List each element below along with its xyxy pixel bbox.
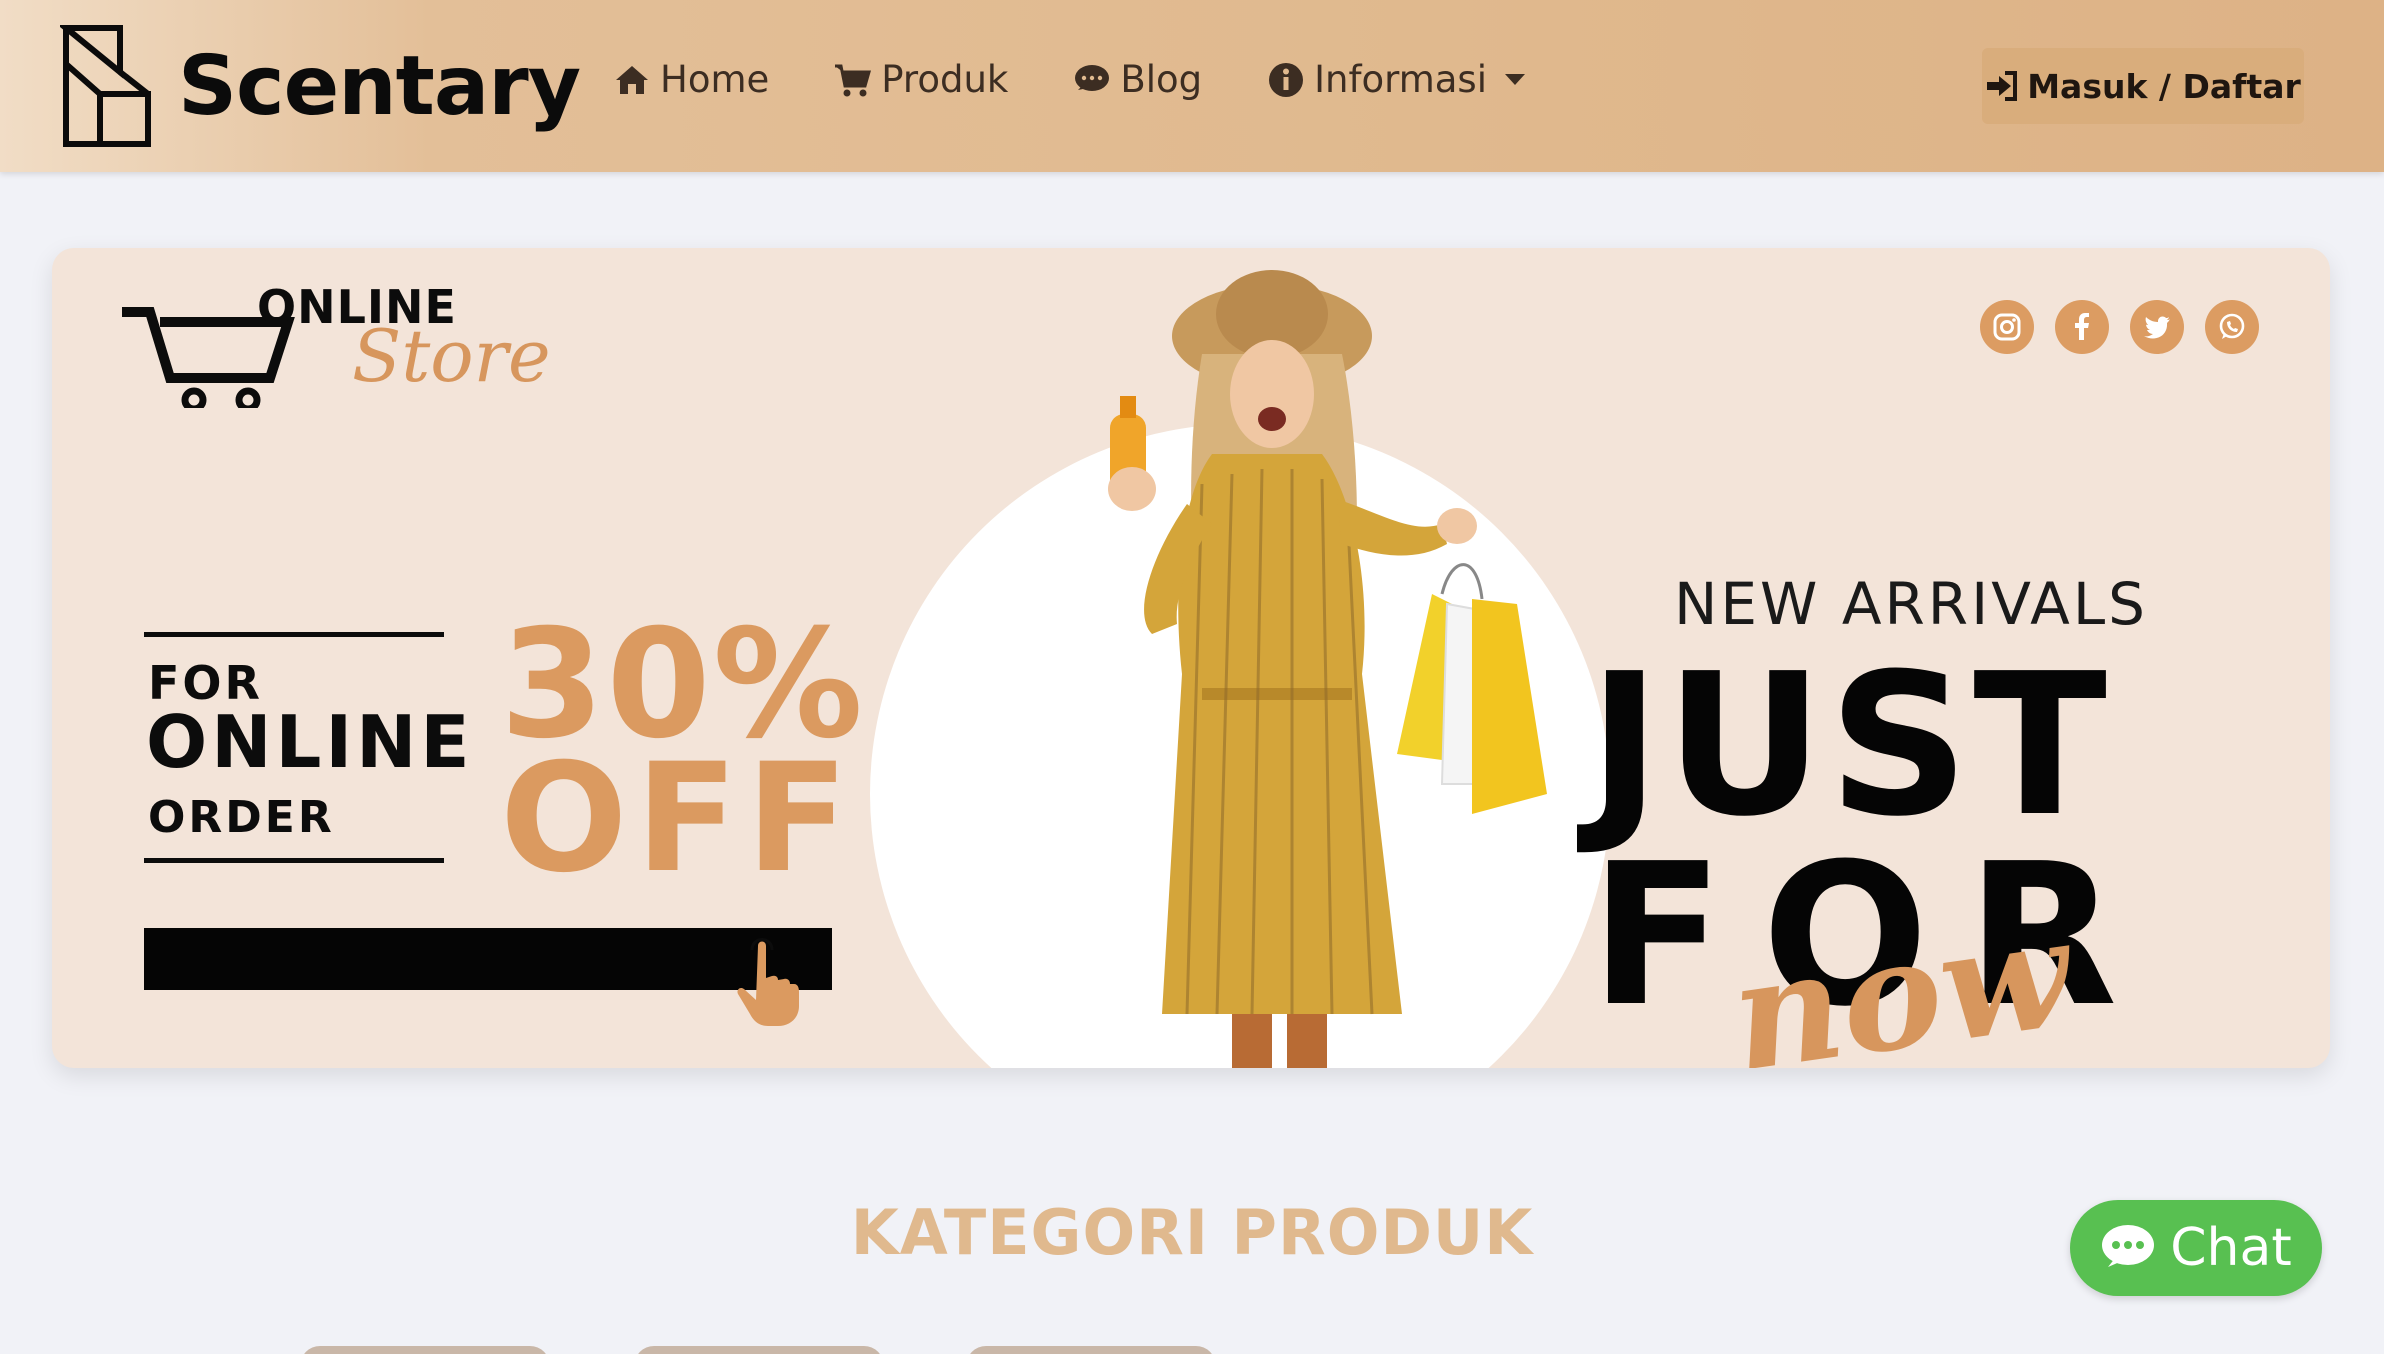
nav-item-label: Home [660,58,770,101]
offer-order-text: ORDER [148,792,335,843]
divider [144,632,444,637]
nav-item-produk[interactable]: Produk [833,58,1008,101]
whatsapp-icon[interactable] [2205,300,2259,354]
nav-item-label: Produk [881,58,1009,101]
cart-icon [833,60,873,100]
instagram-icon[interactable] [1980,300,2034,354]
sign-in-icon [1985,69,2019,103]
login-label: Masuk / Daftar [2027,66,2301,106]
discount-off: OFF [500,732,857,906]
promo-banner[interactable]: ONLINE Store FOR ONLINE ORDER 30% OFF NE… [52,248,2330,1068]
category-card[interactable] [634,1346,884,1354]
hand-pointer-icon [737,938,799,1026]
brand[interactable]: Scentary [60,24,581,148]
divider [144,858,444,863]
nav-item-informasi[interactable]: Informasi [1266,58,1525,101]
just-text: JUST [1588,632,2111,860]
chat-button[interactable]: Chat [2070,1200,2322,1296]
info-icon [1266,60,1306,100]
chevron-down-icon [1504,74,1525,85]
offer-online-text: ONLINE [146,700,474,784]
nav-item-label: Blog [1120,58,1203,101]
facebook-icon[interactable] [2055,300,2109,354]
nav-item-blog[interactable]: Blog [1072,58,1202,101]
now-script-text: now [1721,884,2081,1068]
chat-label: Chat [2170,1218,2292,1278]
twitter-icon[interactable] [2130,300,2184,354]
model-image [1108,270,1547,1068]
comment-icon [1072,60,1112,100]
nav-links: Home Produk Blog Informasi [612,58,1589,101]
home-icon [612,60,652,100]
brand-name: Scentary [178,38,581,134]
chat-bubble-icon [2100,1223,2156,1273]
nav-item-home[interactable]: Home [612,58,769,101]
login-button[interactable]: Masuk / Daftar [1982,48,2304,124]
store-script-text: Store [352,314,551,398]
category-card[interactable] [300,1346,550,1354]
navbar: Scentary Home Produk Blog Informasi Masu… [0,0,2384,172]
section-title: KATEGORI PRODUK [850,1196,1534,1269]
brand-logo-icon [60,25,151,147]
shop-now-bar[interactable] [144,928,832,990]
nav-item-label: Informasi [1314,58,1487,101]
new-arrivals-text: NEW ARRIVALS [1674,570,2148,638]
category-card[interactable] [966,1346,1216,1354]
